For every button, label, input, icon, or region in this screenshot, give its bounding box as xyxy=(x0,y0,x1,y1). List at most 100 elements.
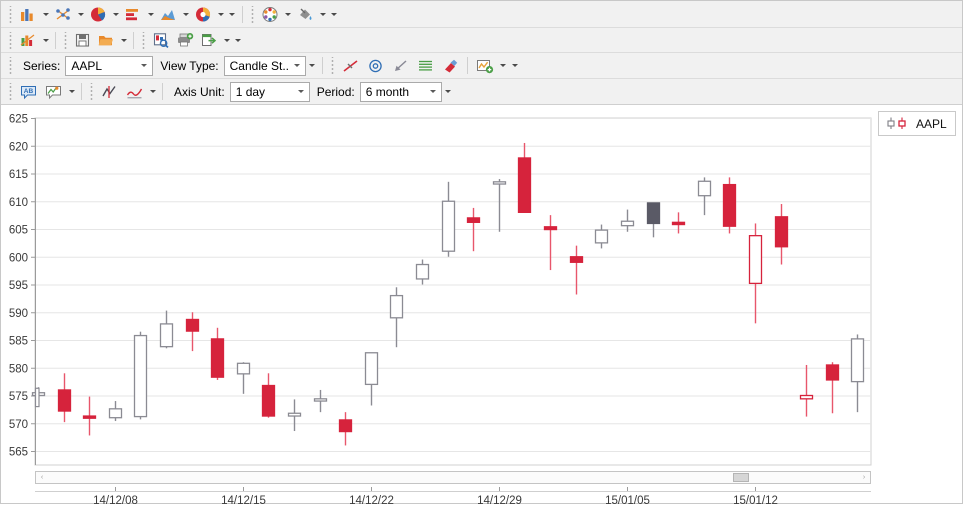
toolbar-grip[interactable] xyxy=(329,57,336,74)
candle-body-clipped[interactable] xyxy=(36,388,40,406)
save-icon[interactable] xyxy=(71,30,94,51)
candle-body xyxy=(801,396,813,399)
y-axis-tick-label: 605 xyxy=(9,225,28,237)
scroll-right-arrow[interactable]: › xyxy=(858,472,870,483)
row1-overflow[interactable] xyxy=(328,4,340,25)
series-combobox[interactable]: AAPL xyxy=(65,56,153,76)
period-label: Period: xyxy=(317,85,355,99)
pie-chart-icon[interactable] xyxy=(86,4,110,25)
candle-body xyxy=(263,386,275,417)
axis-unit-label: Axis Unit: xyxy=(174,85,225,99)
export-dropdown[interactable] xyxy=(221,30,232,51)
area-chart-dropdown[interactable] xyxy=(180,4,191,25)
toolbar-grip[interactable] xyxy=(140,32,147,49)
fill-color-icon[interactable] xyxy=(293,4,317,25)
doughnut-chart-icon[interactable] xyxy=(191,4,215,25)
bar-chart-icon[interactable] xyxy=(121,4,145,25)
trendline-icon[interactable] xyxy=(338,55,363,76)
candle-body xyxy=(84,416,96,418)
chevron-down-icon[interactable] xyxy=(293,83,309,101)
row4-overflow[interactable] xyxy=(442,81,454,102)
open-icon[interactable] xyxy=(94,30,118,51)
axis-unit-combobox[interactable]: 1 day xyxy=(230,82,310,102)
add-series-icon[interactable] xyxy=(472,55,498,76)
toolbar-grip[interactable] xyxy=(7,32,14,49)
chart-type-icon[interactable] xyxy=(16,30,40,51)
more-charts-overflow[interactable] xyxy=(226,4,238,25)
target-marker-icon[interactable] xyxy=(363,55,388,76)
y-axis-tick-label: 585 xyxy=(9,336,28,348)
view-type-label: View Type: xyxy=(160,59,218,73)
palette-dropdown[interactable] xyxy=(282,4,293,25)
toolbar-separator xyxy=(81,83,82,100)
y-axis-tick-label: 595 xyxy=(9,280,28,292)
eraser-icon[interactable] xyxy=(438,55,463,76)
toolbar-grip[interactable] xyxy=(249,6,256,23)
candle-body xyxy=(187,319,199,331)
series-label: Series: xyxy=(23,59,60,73)
data-label-icon[interactable]: AB xyxy=(16,81,41,102)
chart-area[interactable]: 5655705755805855905956006056106156206251… xyxy=(1,105,962,503)
callout-dropdown[interactable] xyxy=(66,81,77,102)
line-marker-icon[interactable] xyxy=(97,81,122,102)
chevron-down-icon[interactable] xyxy=(136,57,152,75)
scatter-chart-dropdown[interactable] xyxy=(75,4,86,25)
pie-chart-dropdown[interactable] xyxy=(110,4,121,25)
toolbar-series-options: Series: AAPL View Type: Candle St... xyxy=(1,53,962,79)
column-chart-dropdown[interactable] xyxy=(40,4,51,25)
spline-dropdown[interactable] xyxy=(147,81,158,102)
callout-icon[interactable] xyxy=(41,81,66,102)
candle-body xyxy=(622,221,634,225)
export-icon[interactable] xyxy=(197,30,221,51)
svg-text:AB: AB xyxy=(24,88,34,95)
chart-horizontal-scrollbar[interactable]: ‹ › xyxy=(35,471,871,484)
scrollbar-thumb[interactable] xyxy=(733,473,749,482)
column-chart-icon[interactable] xyxy=(16,4,40,25)
toolbar-grip[interactable] xyxy=(7,6,14,23)
arrow-annotation-icon[interactable] xyxy=(388,55,413,76)
legend-label: AAPL xyxy=(916,117,947,131)
candle-body xyxy=(827,365,839,380)
add-series-dropdown[interactable] xyxy=(498,55,509,76)
candlestick[interactable] xyxy=(135,332,147,420)
period-combobox[interactable]: 6 month xyxy=(360,82,442,102)
scroll-left-arrow[interactable]: ‹ xyxy=(36,472,48,483)
doughnut-chart-dropdown[interactable] xyxy=(215,4,226,25)
row3-overflow[interactable] xyxy=(509,55,521,76)
area-chart-icon[interactable] xyxy=(156,4,180,25)
toolbar-grip[interactable] xyxy=(7,83,14,100)
y-axis-tick-label: 615 xyxy=(9,169,28,181)
print-icon[interactable] xyxy=(173,30,197,51)
scatter-chart-icon[interactable] xyxy=(51,4,75,25)
open-dropdown[interactable] xyxy=(118,30,129,51)
bar-chart-dropdown[interactable] xyxy=(145,4,156,25)
toolbar-grip[interactable] xyxy=(62,32,69,49)
candle-body xyxy=(852,339,864,382)
spline-icon[interactable] xyxy=(122,81,147,102)
fill-color-dropdown[interactable] xyxy=(317,4,328,25)
gridlines-icon[interactable] xyxy=(413,55,438,76)
toolbar-grip[interactable] xyxy=(88,83,95,100)
chevron-down-icon[interactable] xyxy=(289,57,304,75)
toolbar-chart-types xyxy=(1,1,962,28)
toolbar-separator xyxy=(162,83,163,100)
view-type-combobox[interactable]: Candle St... xyxy=(224,56,306,76)
scrollbar-track[interactable] xyxy=(48,472,858,483)
toolbar-separator xyxy=(322,57,323,74)
toolbar-grip[interactable] xyxy=(7,57,14,74)
print-preview-icon[interactable] xyxy=(149,30,173,51)
candle-body xyxy=(59,390,71,411)
view-type-overflow[interactable] xyxy=(306,55,318,76)
series-value: AAPL xyxy=(71,59,102,73)
legend-candle-icons xyxy=(885,116,911,131)
palette-icon[interactable] xyxy=(258,4,282,25)
candle-body xyxy=(366,353,378,385)
candle-body xyxy=(468,218,480,222)
chart-legend[interactable]: AAPL xyxy=(878,111,956,136)
candle-body xyxy=(161,324,173,347)
chart-type-dropdown[interactable] xyxy=(40,30,51,51)
chevron-down-icon[interactable] xyxy=(425,83,441,101)
candlestick[interactable] xyxy=(724,177,736,233)
row2-overflow[interactable] xyxy=(232,30,244,51)
candlestick-plot[interactable]: 5655705755805855905956006056106156206251… xyxy=(1,105,962,505)
